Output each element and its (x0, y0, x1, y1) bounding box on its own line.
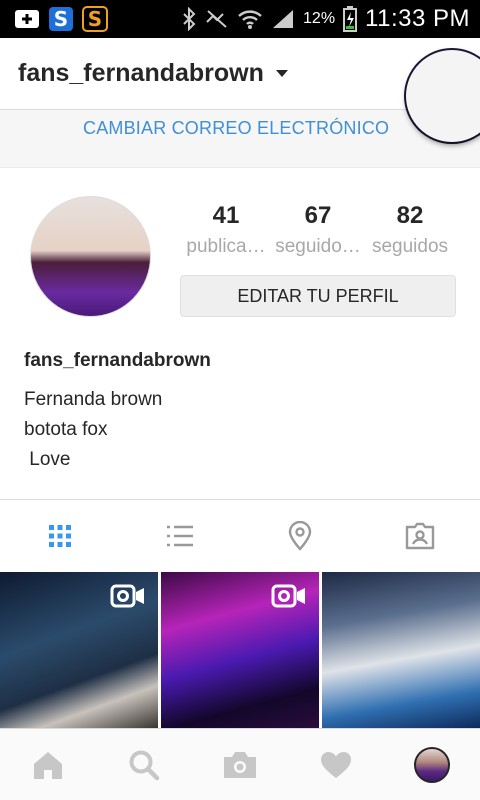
nav-profile[interactable] (384, 729, 480, 800)
posts-count: 41 (212, 202, 240, 229)
following-stat[interactable]: 82 seguidos (364, 200, 456, 262)
nav-camera[interactable] (192, 729, 288, 800)
video-camera-icon (110, 584, 144, 608)
tab-map[interactable] (240, 500, 360, 572)
location-pin-icon (288, 521, 312, 551)
following-count: 82 (396, 202, 424, 229)
keyboard-icon (15, 10, 39, 28)
account-switcher-username[interactable]: fans_fernandabrown (0, 59, 264, 88)
svg-text:S: S (54, 7, 68, 31)
app-s-orange-icon: S (82, 6, 108, 32)
nav-search[interactable] (96, 729, 192, 800)
battery-charging-icon (343, 6, 358, 32)
bio-text: Fernanda brown botota fox Love (24, 389, 163, 470)
video-camera-icon (271, 584, 305, 608)
tagged-photos-icon (405, 522, 435, 550)
post-thumbnail-2[interactable] (161, 572, 319, 728)
followers-stat[interactable]: 67 seguido… (272, 200, 364, 262)
tab-tagged[interactable] (360, 500, 480, 572)
post-thumbnail-1[interactable] (0, 572, 158, 728)
posts-label: publica… (186, 236, 266, 257)
profile-avatar-icon (414, 747, 450, 783)
bluetooth-icon (183, 7, 196, 31)
nav-home[interactable] (0, 729, 96, 800)
signal-icon (273, 10, 294, 28)
instagram-profile-screen: S S 12% 11:33 PM fans_fernandabrown CAMB… (0, 0, 480, 800)
svg-text:S: S (88, 7, 102, 31)
battery-percent: 12% (303, 10, 336, 27)
change-email-link[interactable]: CAMBIAR CORREO ELECTRÓNICO (83, 118, 389, 139)
following-label: seguidos (371, 236, 449, 257)
posts-stat[interactable]: 41 publica… (180, 200, 272, 262)
heart-icon (321, 752, 351, 778)
clock: 11:33 PM (365, 5, 470, 32)
camera-icon (224, 752, 256, 778)
profile-view-tabs (0, 500, 480, 572)
mute-icon (206, 10, 227, 28)
posts-grid (0, 572, 480, 728)
profile-avatar[interactable] (30, 196, 151, 317)
tab-list[interactable] (120, 500, 240, 572)
bio-username: fans_fernandabrown (24, 350, 211, 371)
search-icon (129, 750, 160, 781)
nav-activity[interactable] (288, 729, 384, 800)
home-icon (34, 752, 62, 779)
edit-profile-button[interactable]: EDITAR TU PERFIL (180, 275, 456, 317)
post-thumbnail-3[interactable] (322, 572, 480, 728)
status-bar: S S 12% 11:33 PM (0, 0, 480, 38)
chevron-down-icon[interactable] (275, 70, 288, 77)
followers-count: 67 (304, 202, 332, 229)
followers-label: seguido… (275, 236, 361, 257)
profile-stats: 41 publica… 67 seguido… 82 seguidos (180, 200, 456, 262)
tab-grid[interactable] (0, 500, 120, 572)
list-icon (167, 525, 193, 547)
grid-icon (49, 525, 71, 547)
wifi-icon (238, 10, 262, 29)
bottom-navigation (0, 728, 480, 800)
app-s-blue-icon: S (49, 7, 73, 31)
